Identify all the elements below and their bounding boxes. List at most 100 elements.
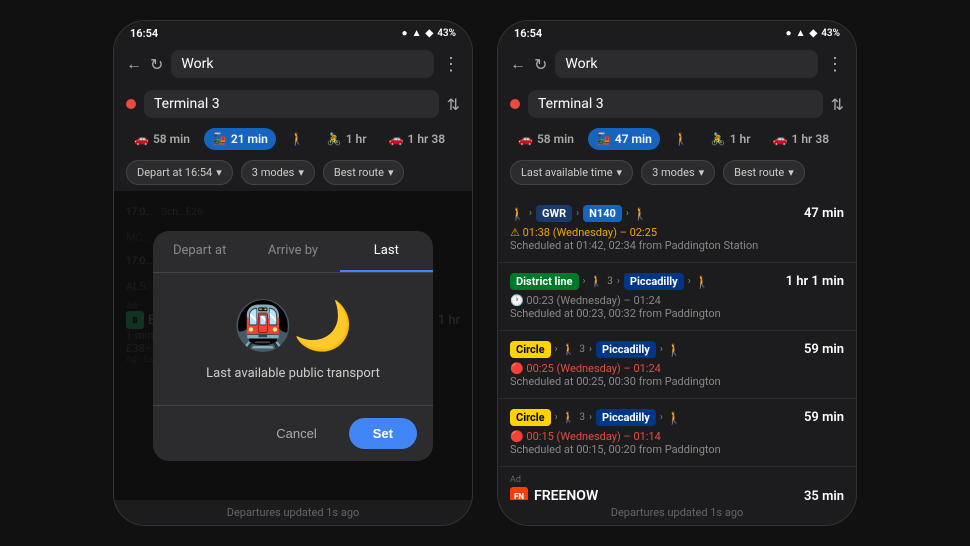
right-time-filter[interactable]: Last available time ▾ — [510, 160, 633, 185]
left-nav-bar: ← ↻ Work ⋮ — [114, 44, 472, 84]
arrow-2a: › — [583, 276, 586, 287]
right-car-tab[interactable]: 🚗58 min — [510, 128, 582, 150]
arrow-2c: › — [688, 276, 691, 287]
freenow-ad-label: Ad — [510, 475, 844, 485]
train-tab[interactable]: 🚂21 min — [204, 128, 276, 150]
freenow-duration: 35 min — [804, 489, 844, 501]
route-2-clock: 🕐 00:23 (Wednesday) – 01:24 — [510, 294, 661, 307]
right-more-icon[interactable]: ⋮ — [826, 54, 844, 75]
arrive-by-tab[interactable]: Arrive by — [246, 231, 339, 272]
dialog-description: Last available public transport — [206, 366, 380, 381]
route-item-3[interactable]: Circle › 🚶 3 › Piccadilly › 🚶 59 min 🔴 0 — [498, 331, 856, 399]
arrow-4a: › — [555, 412, 558, 423]
depart-filter[interactable]: Depart at 16:54 ▾ — [126, 160, 233, 185]
arrow-3b: › — [589, 344, 592, 355]
car-tab[interactable]: 🚗58 min — [126, 128, 198, 150]
right-content: 🚶 › GWR › N140 › 🚶 47 min ⚠ 01:38 (Wedne… — [498, 191, 856, 500]
chevron-down-icon: ▾ — [216, 166, 222, 179]
routes-list: 🚶 › GWR › N140 › 🚶 47 min ⚠ 01:38 (Wedne… — [498, 191, 856, 500]
route-item-4[interactable]: Circle › 🚶 3 › Piccadilly › 🚶 59 min 🔴 0 — [498, 399, 856, 467]
walk-tab[interactable]: 🚶 — [282, 128, 313, 150]
route-2-schedule: Scheduled at 00:23, 00:32 from Paddingto… — [510, 307, 721, 320]
walk-icon-3b: 🚶 — [667, 343, 682, 357]
right-time: 16:54 — [514, 27, 542, 40]
left-phone: 16:54 ● ▲ ◆ 43% ← ↻ Work ⋮ Terminal 3 ⇅ — [113, 20, 473, 526]
route-4-header: Circle › 🚶 3 › Piccadilly › 🚶 59 min — [510, 409, 844, 426]
route-3-warning: 🔴 00:25 (Wednesday) – 01:24 — [510, 362, 661, 375]
car2-tab[interactable]: 🚗1 hr 38 — [381, 128, 454, 150]
right-back-icon[interactable]: ← — [510, 54, 526, 74]
route-1-warning: ⚠ 01:38 (Wednesday) – 02:25 — [510, 226, 657, 239]
walk-icon-4b: 🚶 — [667, 411, 682, 425]
route-4-warning: 🔴 00:15 (Wednesday) – 01:14 — [510, 430, 661, 443]
right-origin-dot-icon — [510, 99, 520, 109]
route-3-time: 59 min — [804, 342, 844, 357]
dialog-actions: Cancel Set — [153, 405, 433, 461]
right-bike-tab[interactable]: 🚴1 hr — [703, 128, 759, 150]
route-item-1[interactable]: 🚶 › GWR › N140 › 🚶 47 min ⚠ 01:38 (Wedne… — [498, 195, 856, 263]
destination-input[interactable]: Work — [171, 50, 434, 78]
modes-filter[interactable]: 3 modes ▾ — [241, 160, 315, 185]
right-refresh-icon[interactable]: ↻ — [534, 55, 547, 74]
right-modes-filter[interactable]: 3 modes ▾ — [641, 160, 715, 185]
right-location-icon: ● — [786, 28, 792, 39]
route-1-schedule: Scheduled at 01:42, 02:34 from Paddingto… — [510, 239, 758, 252]
right-status-bar: 16:54 ● ▲ ◆ 43% — [498, 21, 856, 44]
route-2-time: 1 hr 1 min — [786, 274, 844, 289]
time-dialog: Depart at Arrive by Last 🚇🌙 Last availab… — [153, 231, 433, 461]
origin-input[interactable]: Terminal 3 — [144, 90, 439, 118]
route-filter[interactable]: Best route ▾ — [323, 160, 405, 185]
depart-at-tab[interactable]: Depart at — [153, 231, 246, 272]
left-origin-bar: Terminal 3 ⇅ — [114, 84, 472, 124]
piccadilly-badge-3: Piccadilly — [596, 409, 656, 426]
gwr-badge: GWR — [536, 205, 572, 222]
dialog-tabs: Depart at Arrive by Last — [153, 231, 433, 273]
set-button[interactable]: Set — [349, 418, 417, 449]
right-status-icons: ● ▲ ◆ 43% — [786, 28, 840, 39]
route-item-2[interactable]: District line › 🚶 3 › Piccadilly › 🚶 1 h… — [498, 263, 856, 331]
right-filter-bar: Last available time ▾ 3 modes ▾ Best rou… — [498, 154, 856, 191]
right-origin-input[interactable]: Terminal 3 — [528, 90, 823, 118]
route-1-header: 🚶 › GWR › N140 › 🚶 47 min — [510, 205, 844, 222]
arrow-4b: › — [589, 412, 592, 423]
route-2-badges: District line › 🚶 3 › Piccadilly › 🚶 — [510, 273, 710, 290]
walk-icon-2: 🚶 — [590, 275, 604, 288]
right-chevron-down-icon-3: ▾ — [788, 166, 794, 179]
piccadilly-badge-2: Piccadilly — [596, 341, 656, 358]
route-1-time: 47 min — [804, 206, 844, 221]
route-4-detail: 🔴 00:15 (Wednesday) – 01:14 Scheduled at… — [510, 430, 844, 456]
last-tab[interactable]: Last — [340, 231, 433, 272]
right-swap-icon[interactable]: ⇅ — [831, 95, 844, 114]
route-2-detail: 🕐 00:23 (Wednesday) – 01:24 Scheduled at… — [510, 294, 844, 320]
right-train-tab[interactable]: 🚂47 min — [588, 128, 660, 150]
route-3-schedule: Scheduled at 00:25, 00:30 from Paddingto… — [510, 375, 721, 388]
right-route-filter[interactable]: Best route ▾ — [723, 160, 805, 185]
freenow-ad[interactable]: Ad FN FREENOW 35 min 1 min away £27–34 A… — [498, 467, 856, 500]
n140-badge: N140 — [583, 205, 622, 222]
arrow-1c: › — [626, 208, 629, 219]
left-status-icons: ● ▲ ◆ 43% — [402, 28, 456, 39]
right-walk-tab[interactable]: 🚶 — [666, 128, 697, 150]
freenow-name: FN FREENOW — [510, 487, 598, 500]
swap-icon[interactable]: ⇅ — [447, 95, 460, 114]
arrow-4c: › — [660, 412, 663, 423]
cancel-button[interactable]: Cancel — [256, 418, 336, 449]
right-transport-tabs: 🚗58 min 🚂47 min 🚶 🚴1 hr 🚗1 hr 38 — [498, 124, 856, 154]
back-icon[interactable]: ← — [126, 54, 142, 74]
transport-night-icon: 🚇🌙 — [233, 297, 353, 354]
left-filter-bar: Depart at 16:54 ▾ 3 modes ▾ Best route ▾ — [114, 154, 472, 191]
left-footer: Departures updated 1s ago — [114, 500, 472, 525]
chevron-down-icon-3: ▾ — [388, 166, 394, 179]
location-icon: ● — [402, 28, 408, 39]
right-footer: Departures updated 1s ago — [498, 500, 856, 525]
dialog-overlay: Depart at Arrive by Last 🚇🌙 Last availab… — [114, 191, 472, 500]
right-destination-input[interactable]: Work — [555, 50, 818, 78]
walk-icon-3: 🚶 — [562, 343, 576, 356]
right-car2-tab[interactable]: 🚗1 hr 38 — [765, 128, 838, 150]
right-phone: 16:54 ● ▲ ◆ 43% ← ↻ Work ⋮ Terminal 3 ⇅ — [497, 20, 857, 526]
more-icon[interactable]: ⋮ — [442, 54, 460, 75]
walk-icon-1b: 🚶 — [633, 207, 648, 221]
refresh-icon[interactable]: ↻ — [150, 55, 163, 74]
bike-tab[interactable]: 🚴1 hr — [319, 128, 375, 150]
left-status-bar: 16:54 ● ▲ ◆ 43% — [114, 21, 472, 44]
